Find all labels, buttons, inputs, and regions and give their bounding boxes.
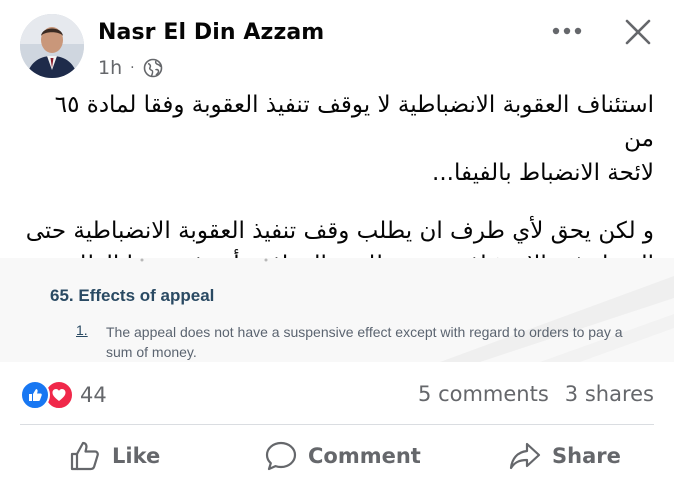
close-button[interactable] <box>620 14 656 50</box>
share-button[interactable]: Share <box>508 436 621 476</box>
post-paragraph-1-line-1: استئناف العقوبة الانضباطية لا يوقف تنفيذ… <box>54 92 654 152</box>
post-time[interactable]: 1h <box>98 57 122 79</box>
post-meta: 1h · <box>98 57 163 79</box>
avatar[interactable] <box>20 14 84 78</box>
comments-count[interactable]: 5 comments <box>418 382 549 406</box>
attachment-item-text: The appeal does not have a suspensive ef… <box>106 324 623 360</box>
reactions-summary[interactable]: 44 <box>20 380 107 410</box>
post-paragraph-1-line-2: لائحة الانضباط بالفيفا... <box>432 160 654 186</box>
post-header: Nasr El Din Azzam 1h · <box>0 0 674 88</box>
actions-divider <box>20 424 654 425</box>
comment-bubble-icon <box>265 441 297 471</box>
attached-image[interactable]: 65. Effects of appeal 1. The appeal does… <box>0 258 674 362</box>
post-body-text: استئناف العقوبة الانضباطية لا يوقف تنفيذ… <box>20 88 654 282</box>
like-label: Like <box>112 444 161 468</box>
reaction-count: 44 <box>80 383 107 407</box>
more-options-button[interactable] <box>550 18 584 44</box>
like-reaction-icon <box>20 380 50 410</box>
meta-separator: · <box>130 60 135 76</box>
post-stats: 44 5 comments 3 shares <box>0 370 674 418</box>
more-dots-icon <box>552 27 582 35</box>
attachment-item-number: 1. <box>76 322 88 338</box>
post-paragraph-2-line-1: و لكن يحق لأي طرف ان يطلب وقف تنفيذ العق… <box>25 218 654 244</box>
share-label: Share <box>552 444 621 468</box>
author-name[interactable]: Nasr El Din Azzam <box>98 20 324 45</box>
like-button[interactable]: Like <box>68 436 160 476</box>
comment-label: Comment <box>308 444 421 468</box>
globe-icon[interactable] <box>143 58 163 78</box>
avatar-photo <box>20 14 84 78</box>
close-icon <box>625 19 651 45</box>
shares-count[interactable]: 3 shares <box>565 382 654 406</box>
attachment-heading: 65. Effects of appeal <box>50 286 215 305</box>
post-actions: Like Comment Share <box>0 426 674 485</box>
share-arrow-icon <box>509 442 541 470</box>
comment-button[interactable]: Comment <box>264 436 421 476</box>
thumbs-up-icon <box>70 441 99 471</box>
